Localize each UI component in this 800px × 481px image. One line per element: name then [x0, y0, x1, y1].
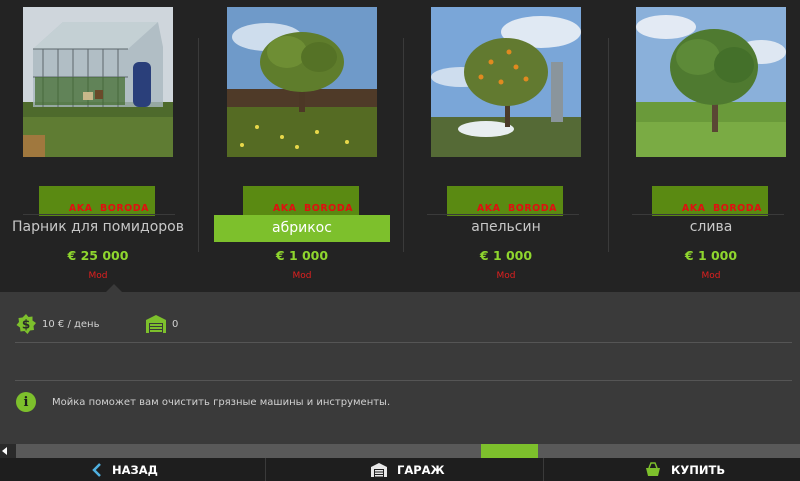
column-divider	[403, 38, 404, 252]
bar-divider	[265, 458, 266, 481]
apricot-tree-image	[227, 7, 377, 157]
row-separator	[23, 214, 175, 215]
garage-icon	[371, 462, 387, 477]
item-price: € 1 000	[275, 248, 329, 263]
item-description: Мойка поможет вам очистить грязные машин…	[52, 396, 391, 408]
shop-item-plum[interactable]: AKA BORODA слива € 1 000 Mod	[613, 0, 800, 292]
author-badge-text: AKA BORODA	[68, 203, 149, 214]
cart-icon	[646, 461, 660, 476]
author-badge-text: AKA BORODA	[681, 203, 762, 214]
garage-stat: 0	[146, 314, 178, 334]
scrollbar-thumb[interactable]	[481, 444, 539, 458]
garage-label: ГАРАЖ	[397, 462, 445, 477]
author-badge-text: AKA BORODA	[272, 203, 353, 214]
details-panel: $ 10 € / день 0 i Мойка поможет вам очис…	[0, 292, 800, 444]
greenhouse-image	[23, 7, 173, 157]
scrollbar-track[interactable]	[16, 444, 800, 458]
upkeep-stat: $ 10 € / день	[16, 314, 100, 334]
bar-divider	[543, 458, 544, 481]
items-scrollbar[interactable]	[0, 444, 800, 458]
item-title: апельсин	[471, 219, 541, 235]
author-badge: AKA BORODA	[652, 186, 768, 216]
garage-button[interactable]: ГАРАЖ	[371, 458, 445, 481]
panel-divider	[15, 380, 792, 381]
upkeep-value: 10 € / день	[42, 318, 100, 330]
back-button[interactable]: НАЗАД	[92, 458, 158, 481]
mod-tag: Mod	[292, 271, 312, 281]
back-label: НАЗАД	[112, 462, 158, 477]
mod-tag: Mod	[88, 271, 108, 281]
orange-tree-image	[431, 7, 581, 157]
column-divider	[198, 38, 199, 252]
mod-tag: Mod	[496, 271, 516, 281]
bottom-action-bar: НАЗАД ГАРАЖ КУПИТЬ	[0, 458, 800, 481]
garage-icon	[146, 315, 166, 333]
buy-button[interactable]: КУПИТЬ	[645, 458, 725, 481]
mod-tag: Mod	[701, 271, 721, 281]
column-divider	[608, 38, 609, 252]
item-price: € 25 000	[67, 248, 129, 263]
panel-divider	[15, 342, 792, 343]
dollar-icon: $	[16, 314, 36, 334]
item-title-selected: абрикос	[214, 215, 390, 242]
buy-label: КУПИТЬ	[671, 462, 726, 477]
chevron-left-icon	[92, 462, 101, 477]
svg-text:$: $	[22, 318, 30, 332]
shop-item-orange[interactable]: AKA BORODA апельсин € 1 000 Mod	[408, 0, 604, 292]
row-separator	[427, 214, 579, 215]
item-price: € 1 000	[684, 248, 738, 263]
plum-tree-image	[636, 7, 786, 157]
item-title: слива	[689, 219, 733, 235]
shop-item-apricot[interactable]: AKA BORODA абрикос € 1 000 Mod	[204, 0, 400, 292]
scroll-left-arrow-icon[interactable]	[2, 447, 7, 455]
garage-count: 0	[172, 318, 179, 330]
item-price: € 1 000	[479, 248, 533, 263]
author-badge: AKA BORODA	[447, 186, 563, 216]
info-icon: i	[16, 392, 36, 412]
author-badge: AKA BORODA	[39, 186, 155, 216]
shop-item-greenhouse[interactable]: AKA BORODA Парник для помидоров € 25 000…	[0, 0, 196, 292]
author-badge: AKA BORODA	[243, 186, 359, 216]
shop-items-row: AKA BORODA Парник для помидоров € 25 000…	[0, 0, 800, 292]
row-separator	[632, 214, 784, 215]
author-badge-text: AKA BORODA	[476, 203, 557, 214]
description-row: i Мойка поможет вам очистить грязные маш…	[16, 392, 390, 412]
item-title: Парник для помидоров	[12, 219, 184, 235]
